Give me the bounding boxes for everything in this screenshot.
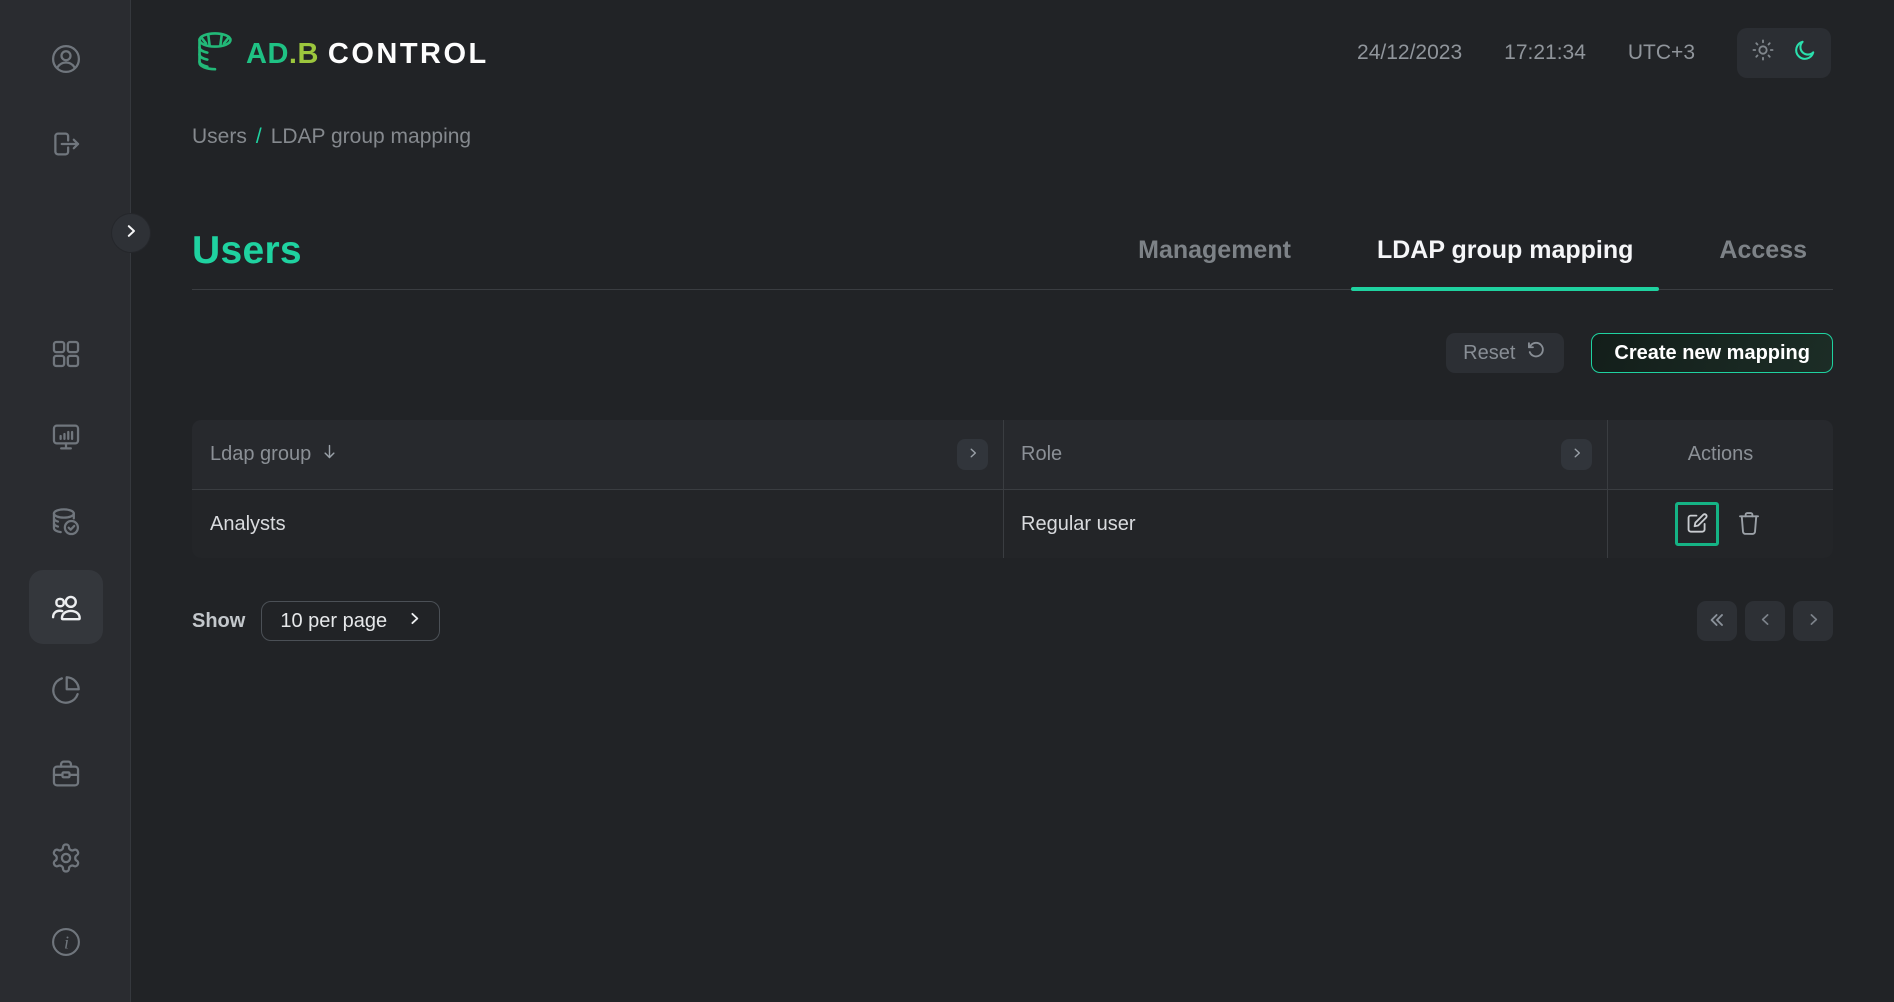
- edit-mapping-button[interactable]: [1675, 502, 1719, 546]
- sidebar-expand-button[interactable]: [112, 214, 150, 252]
- chevron-right-icon: [1570, 446, 1584, 463]
- breadcrumb-current: LDAP group mapping: [271, 125, 471, 149]
- sidebar-item-profile[interactable]: [42, 35, 90, 83]
- moon-icon: [1792, 37, 1818, 69]
- cell-actions: [1607, 490, 1833, 558]
- column-header-role: Role: [1003, 420, 1607, 489]
- table-row: Analysts Regular user: [192, 489, 1833, 558]
- role-column-expand-button[interactable]: [1561, 439, 1592, 470]
- breadcrumb: Users / LDAP group mapping: [192, 125, 471, 149]
- header-time: 17:21:34: [1504, 41, 1586, 65]
- theme-toggle: [1737, 28, 1831, 78]
- role-header-label: Role: [1021, 443, 1062, 466]
- page-title: Users: [192, 229, 302, 273]
- logo-brand-secondary: .B: [289, 38, 319, 71]
- sidebar-item-projects[interactable]: [42, 750, 90, 798]
- rotate-ccw-icon: [1525, 339, 1547, 367]
- sidebar: i: [0, 0, 131, 1002]
- cell-ldap-group: Analysts: [192, 490, 1003, 558]
- header-timezone: UTC+3: [1628, 41, 1695, 65]
- sidebar-item-monitoring[interactable]: [42, 413, 90, 461]
- ldap-group-header-label: Ldap group: [210, 443, 311, 466]
- trash-icon: [1734, 508, 1764, 541]
- sidebar-item-dashboard[interactable]: [42, 330, 90, 378]
- info-icon: i: [48, 924, 84, 960]
- page-size-group: Show 10 per page: [192, 601, 440, 641]
- delete-mapping-button[interactable]: [1732, 507, 1766, 541]
- breadcrumb-root[interactable]: Users: [192, 125, 247, 149]
- sidebar-item-info[interactable]: i: [42, 918, 90, 966]
- pagination-previous-button[interactable]: [1745, 601, 1785, 641]
- column-header-ldap-group: Ldap group: [192, 420, 1003, 489]
- users-icon: [48, 589, 84, 625]
- main-area: AD.B CONTROL 24/12/2023 17:21:34 UTC+3: [132, 0, 1894, 1002]
- sidebar-item-users[interactable]: [42, 583, 90, 631]
- sort-descending-icon: [320, 442, 339, 467]
- chevron-right-icon: [966, 446, 980, 463]
- reset-button[interactable]: Reset: [1446, 333, 1564, 373]
- create-new-mapping-label: Create new mapping: [1614, 342, 1810, 365]
- app-root: i AD.B CONTROL: [0, 0, 1894, 1002]
- sidebar-item-database[interactable]: [42, 499, 90, 547]
- ldap-group-sort-control[interactable]: Ldap group: [210, 442, 957, 467]
- tab-ldap-group-mapping[interactable]: LDAP group mapping: [1351, 212, 1659, 289]
- light-theme-button[interactable]: [1746, 36, 1780, 70]
- chevron-left-icon: [1757, 611, 1774, 631]
- sun-icon: [1750, 37, 1776, 69]
- chevron-right-icon: [406, 610, 423, 633]
- pagination-next-button[interactable]: [1793, 601, 1833, 641]
- settings-gear-icon: [49, 841, 83, 875]
- show-label: Show: [192, 610, 245, 633]
- section-head: Users Management LDAP group mapping Acce…: [192, 212, 1833, 290]
- page-size-select[interactable]: 10 per page: [261, 601, 440, 641]
- sidebar-item-logout[interactable]: [42, 120, 90, 168]
- ldap-mapping-table: Ldap group Role: [192, 420, 1833, 558]
- table-header-row: Ldap group Role: [192, 420, 1833, 489]
- database-logo-icon: [192, 28, 238, 80]
- table-footer: Show 10 per page: [192, 601, 1833, 641]
- page-size-value: 10 per page: [280, 610, 387, 633]
- tabs: Management LDAP group mapping Access: [1112, 212, 1833, 289]
- edit-icon: [1684, 510, 1710, 539]
- role-value: Regular user: [1021, 513, 1136, 536]
- tab-management[interactable]: Management: [1112, 212, 1317, 289]
- role-header-label-wrap: Role: [1021, 443, 1561, 466]
- pagination: [1697, 601, 1833, 641]
- breadcrumb-separator: /: [256, 125, 262, 149]
- ldap-group-column-expand-button[interactable]: [957, 439, 988, 470]
- toolbar: Reset Create new mapping: [1446, 333, 1833, 373]
- cell-role: Regular user: [1003, 490, 1607, 558]
- chevron-right-icon: [1805, 611, 1822, 631]
- logout-icon: [49, 127, 83, 161]
- svg-text:i: i: [64, 933, 69, 953]
- create-new-mapping-button[interactable]: Create new mapping: [1591, 333, 1833, 373]
- monitor-chart-icon: [49, 420, 83, 454]
- row-actions: [1675, 502, 1766, 546]
- logo-text: AD.B CONTROL: [246, 38, 489, 71]
- header-clock: 24/12/2023 17:21:34 UTC+3: [1357, 28, 1831, 78]
- sidebar-item-settings[interactable]: [42, 834, 90, 882]
- briefcase-icon: [49, 757, 83, 791]
- chevrons-left-icon: [1707, 610, 1727, 633]
- logo-brand-suffix: CONTROL: [328, 38, 489, 71]
- pagination-first-page-button[interactable]: [1697, 601, 1737, 641]
- header-date: 24/12/2023: [1357, 41, 1462, 65]
- ldap-group-value: Analysts: [210, 513, 286, 536]
- dark-theme-button[interactable]: [1788, 36, 1822, 70]
- database-check-icon: [49, 506, 83, 540]
- reset-button-label: Reset: [1463, 342, 1515, 365]
- column-header-actions: Actions: [1607, 420, 1833, 489]
- pie-chart-icon: [49, 673, 83, 707]
- app-logo: AD.B CONTROL: [192, 28, 489, 80]
- sidebar-item-reports[interactable]: [42, 666, 90, 714]
- dashboard-grid-icon: [49, 337, 83, 371]
- logo-brand-primary: AD: [246, 38, 289, 71]
- actions-header-label: Actions: [1688, 443, 1754, 466]
- user-profile-icon: [48, 41, 84, 77]
- tab-access[interactable]: Access: [1693, 212, 1833, 289]
- chevron-right-icon: [122, 222, 140, 245]
